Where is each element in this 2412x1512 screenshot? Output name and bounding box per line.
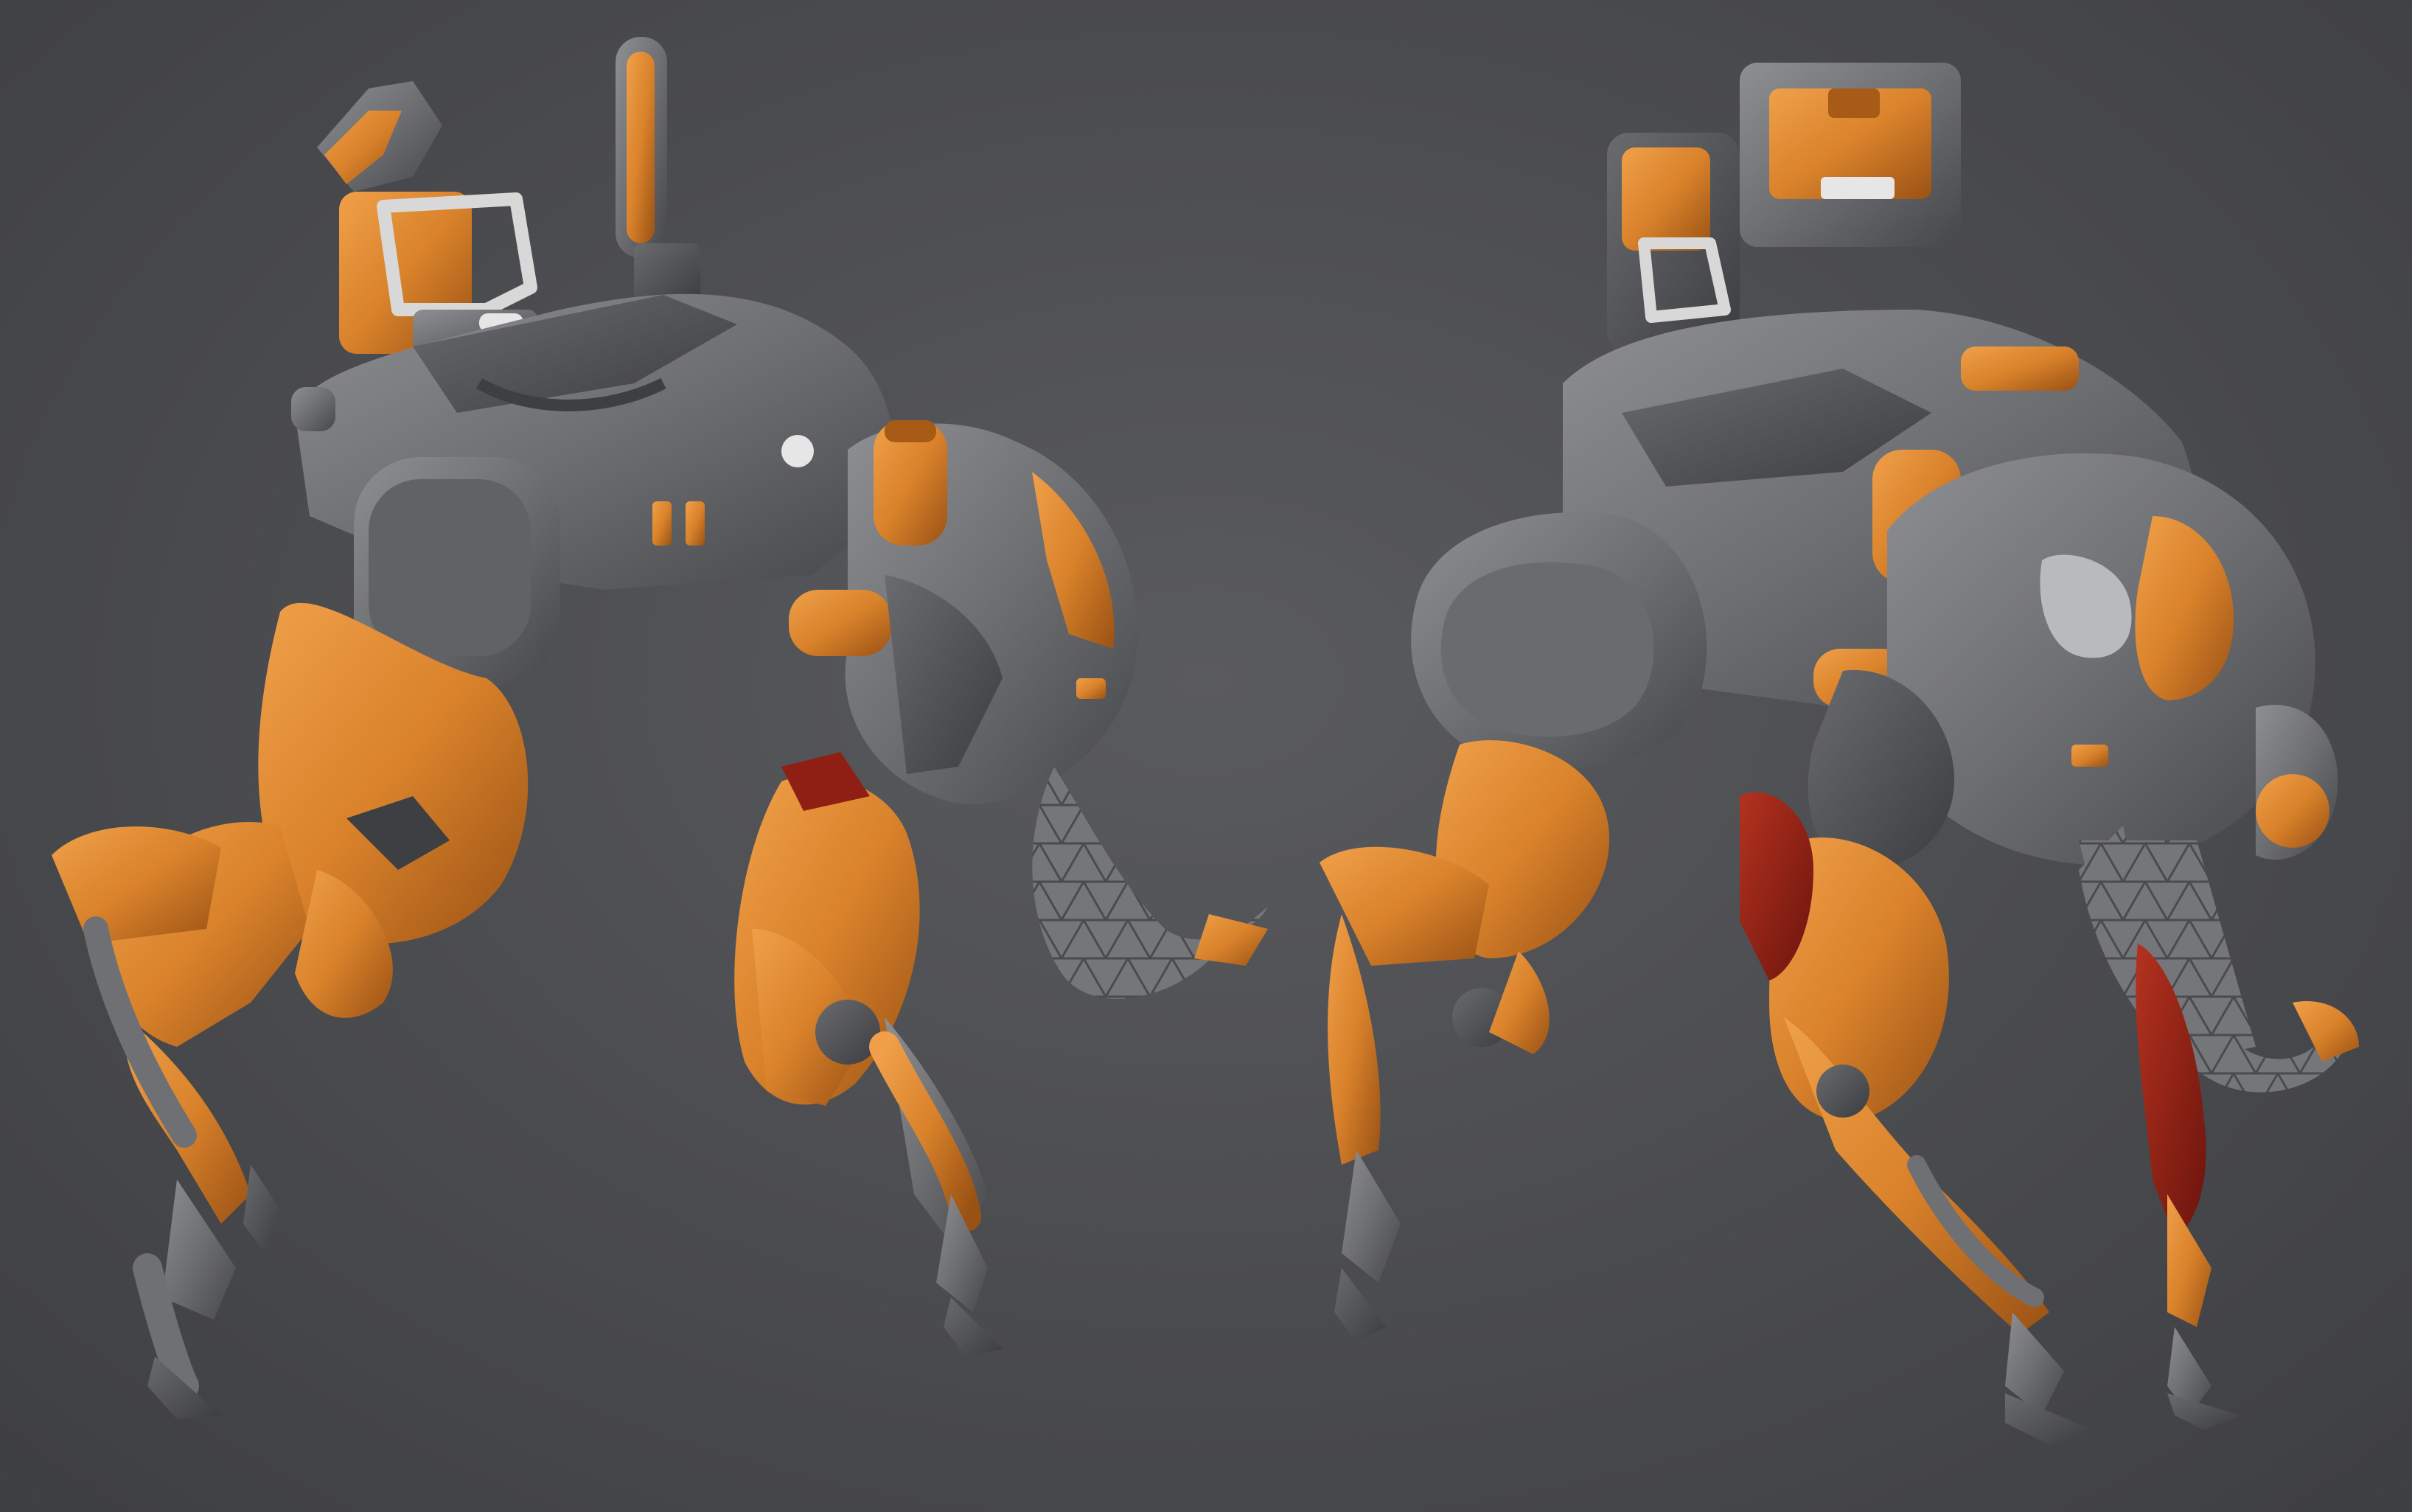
front-trunk (1032, 767, 1268, 999)
mech-three-quarter-view (1320, 63, 2359, 1445)
mech-side-view (52, 37, 1268, 1419)
head-unit (317, 81, 538, 354)
front-trunk (2079, 826, 2359, 1093)
front-leg (734, 752, 1003, 1356)
render-viewport (0, 0, 2412, 1512)
mech-render-canvas (52, 37, 2359, 1445)
rear-leg (1320, 740, 1610, 1342)
rear-leg (52, 602, 529, 1419)
front-leg-near (1769, 837, 2094, 1445)
rear-antenna (616, 37, 700, 302)
rear-hip-drum (1411, 512, 1707, 770)
